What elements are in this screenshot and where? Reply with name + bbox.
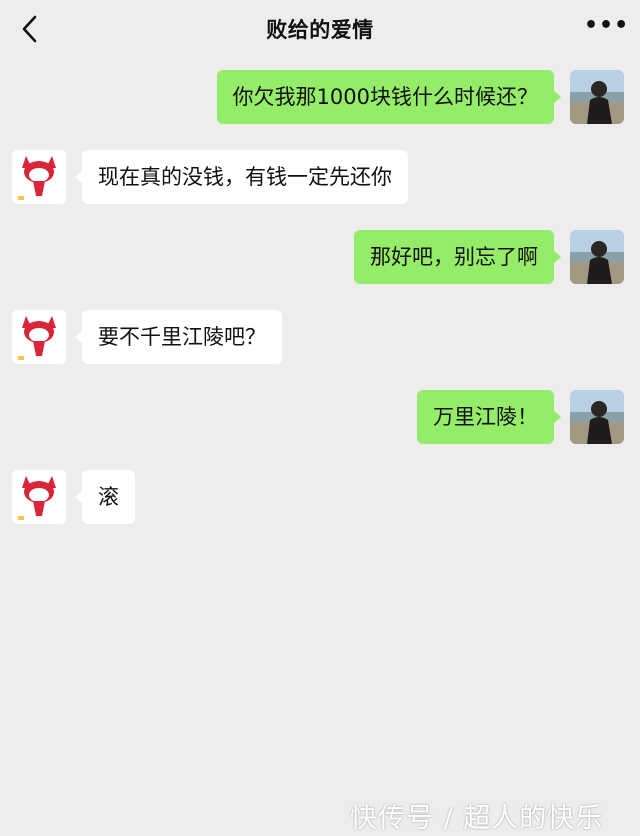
message-row: 那好吧，别忘了啊 <box>0 230 640 290</box>
message-bubble-sent[interactable]: 那好吧，别忘了啊 <box>354 230 561 284</box>
message-row: 你欠我那1000块钱什么时候还？ <box>0 70 640 130</box>
message-bubble-received[interactable]: 要不千里江陵吧？ <box>75 310 282 364</box>
message-row: 要不千里江陵吧？ <box>0 310 640 370</box>
message-bubble-sent[interactable]: 万里江陵！ <box>417 390 561 444</box>
message-row: 滚 <box>0 470 640 530</box>
my-avatar[interactable] <box>570 390 624 444</box>
my-avatar[interactable] <box>570 70 624 124</box>
chat-header: 败给的爱情 ••• <box>0 0 640 58</box>
contact-avatar[interactable] <box>12 470 66 524</box>
chat-title: 败给的爱情 <box>266 18 374 42</box>
message-bubble-received[interactable]: 滚 <box>75 470 135 524</box>
message-row: 现在真的没钱，有钱一定先还你 <box>0 150 640 210</box>
message-row: 万里江陵！ <box>0 390 640 450</box>
message-bubble-received[interactable]: 现在真的没钱，有钱一定先还你 <box>75 150 408 204</box>
message-bubble-sent[interactable]: 你欠我那1000块钱什么时候还？ <box>216 70 562 124</box>
my-avatar[interactable] <box>570 230 624 284</box>
watermark: 快传号 / 超人的快乐 <box>350 803 604 834</box>
more-dots-icon[interactable]: ••• <box>584 15 628 41</box>
contact-avatar[interactable] <box>12 150 66 204</box>
contact-avatar[interactable] <box>12 310 66 364</box>
